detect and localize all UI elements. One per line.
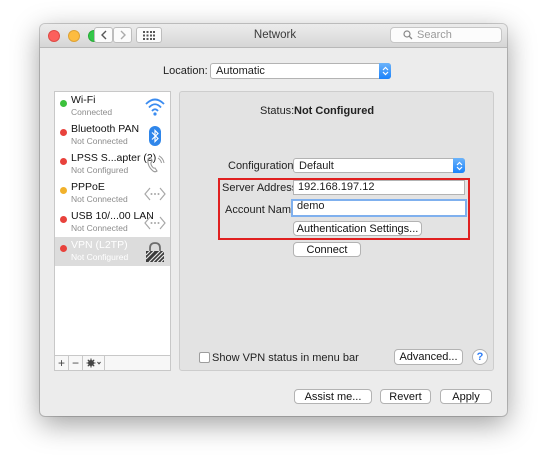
configuration-label: Configuration: xyxy=(228,160,297,172)
service-status: Not Connected xyxy=(71,223,128,233)
location-row: Location: Automatic xyxy=(40,63,507,81)
gear-icon xyxy=(86,358,101,368)
service-item-usb-lan[interactable]: USB 10/...00 LAN Not Connected xyxy=(55,208,170,237)
assist-me-button[interactable]: Assist me... xyxy=(294,389,372,404)
service-status: Not Configured xyxy=(71,252,129,262)
status-value: Not Configured xyxy=(294,105,375,117)
status-dot xyxy=(60,129,67,136)
ethernet-icon xyxy=(144,187,166,201)
search-icon xyxy=(403,30,413,40)
remove-service-button[interactable]: − xyxy=(69,356,83,370)
service-name: VPN (L2TP) xyxy=(71,239,128,251)
connect-button[interactable]: Connect xyxy=(293,242,361,257)
service-status: Connected xyxy=(71,107,113,117)
popup-arrows-icon xyxy=(453,158,465,173)
show-vpn-status-checkbox[interactable] xyxy=(199,352,210,363)
status-dot xyxy=(60,187,67,194)
status-dot xyxy=(60,216,67,223)
service-name: Bluetooth PAN xyxy=(71,123,140,135)
configuration-value: Default xyxy=(299,160,334,172)
service-item-bluetooth-pan[interactable]: Bluetooth PAN Not Connected xyxy=(55,121,170,150)
status-label: Status: xyxy=(260,105,295,117)
show-vpn-status-label: Show VPN status in menu bar xyxy=(212,352,359,364)
status-dot xyxy=(60,100,67,107)
minimize-button[interactable] xyxy=(68,30,80,42)
service-status: Not Connected xyxy=(71,194,128,204)
vpn-lock-icon xyxy=(145,242,165,263)
bluetooth-icon xyxy=(149,126,161,146)
phone-icon xyxy=(147,155,165,173)
service-list-footer: + − xyxy=(55,355,170,370)
status-dot xyxy=(60,158,67,165)
service-status: Not Configured xyxy=(71,165,129,175)
ethernet-icon xyxy=(144,216,166,230)
apply-button[interactable]: Apply xyxy=(440,389,492,404)
service-name: Wi-Fi xyxy=(71,94,96,106)
service-list[interactable]: Wi-Fi Connected Bluetooth PAN Not Connec… xyxy=(54,91,171,371)
status-dot xyxy=(60,245,67,252)
wifi-icon xyxy=(145,98,165,116)
forward-button[interactable] xyxy=(113,27,132,43)
close-button[interactable] xyxy=(48,30,60,42)
action-menu-button[interactable] xyxy=(83,356,105,370)
service-name: PPPoE xyxy=(71,181,105,193)
advanced-button[interactable]: Advanced... xyxy=(394,349,463,365)
show-all-button[interactable] xyxy=(136,27,162,43)
back-button[interactable] xyxy=(94,27,113,43)
service-item-vpn-l2tp[interactable]: VPN (L2TP) Not Configured xyxy=(55,237,170,266)
popup-arrows-icon xyxy=(379,63,391,79)
location-label: Location: xyxy=(163,65,208,77)
grid-icon xyxy=(143,30,155,40)
configuration-popup[interactable]: Default xyxy=(293,158,465,173)
revert-button[interactable]: Revert xyxy=(380,389,431,404)
add-service-button[interactable]: + xyxy=(55,356,69,370)
service-name: USB 10/...00 LAN xyxy=(71,210,154,222)
help-button[interactable]: ? xyxy=(472,349,488,365)
service-item-wifi[interactable]: Wi-Fi Connected xyxy=(55,92,170,121)
window-title: Network xyxy=(253,29,297,41)
chevron-right-icon xyxy=(120,30,126,40)
search-placeholder: Search xyxy=(417,29,452,41)
service-item-pppoe[interactable]: PPPoE Not Connected xyxy=(55,179,170,208)
title-bar: Network Search xyxy=(40,24,507,48)
service-item-lpss[interactable]: LPSS S...apter (2) Not Configured xyxy=(55,150,170,179)
chevron-left-icon xyxy=(100,30,106,40)
highlight-box xyxy=(218,178,470,240)
service-status: Not Connected xyxy=(71,136,128,146)
search-field[interactable]: Search xyxy=(390,27,502,43)
location-value: Automatic xyxy=(216,65,265,77)
location-popup[interactable]: Automatic xyxy=(210,63,391,79)
